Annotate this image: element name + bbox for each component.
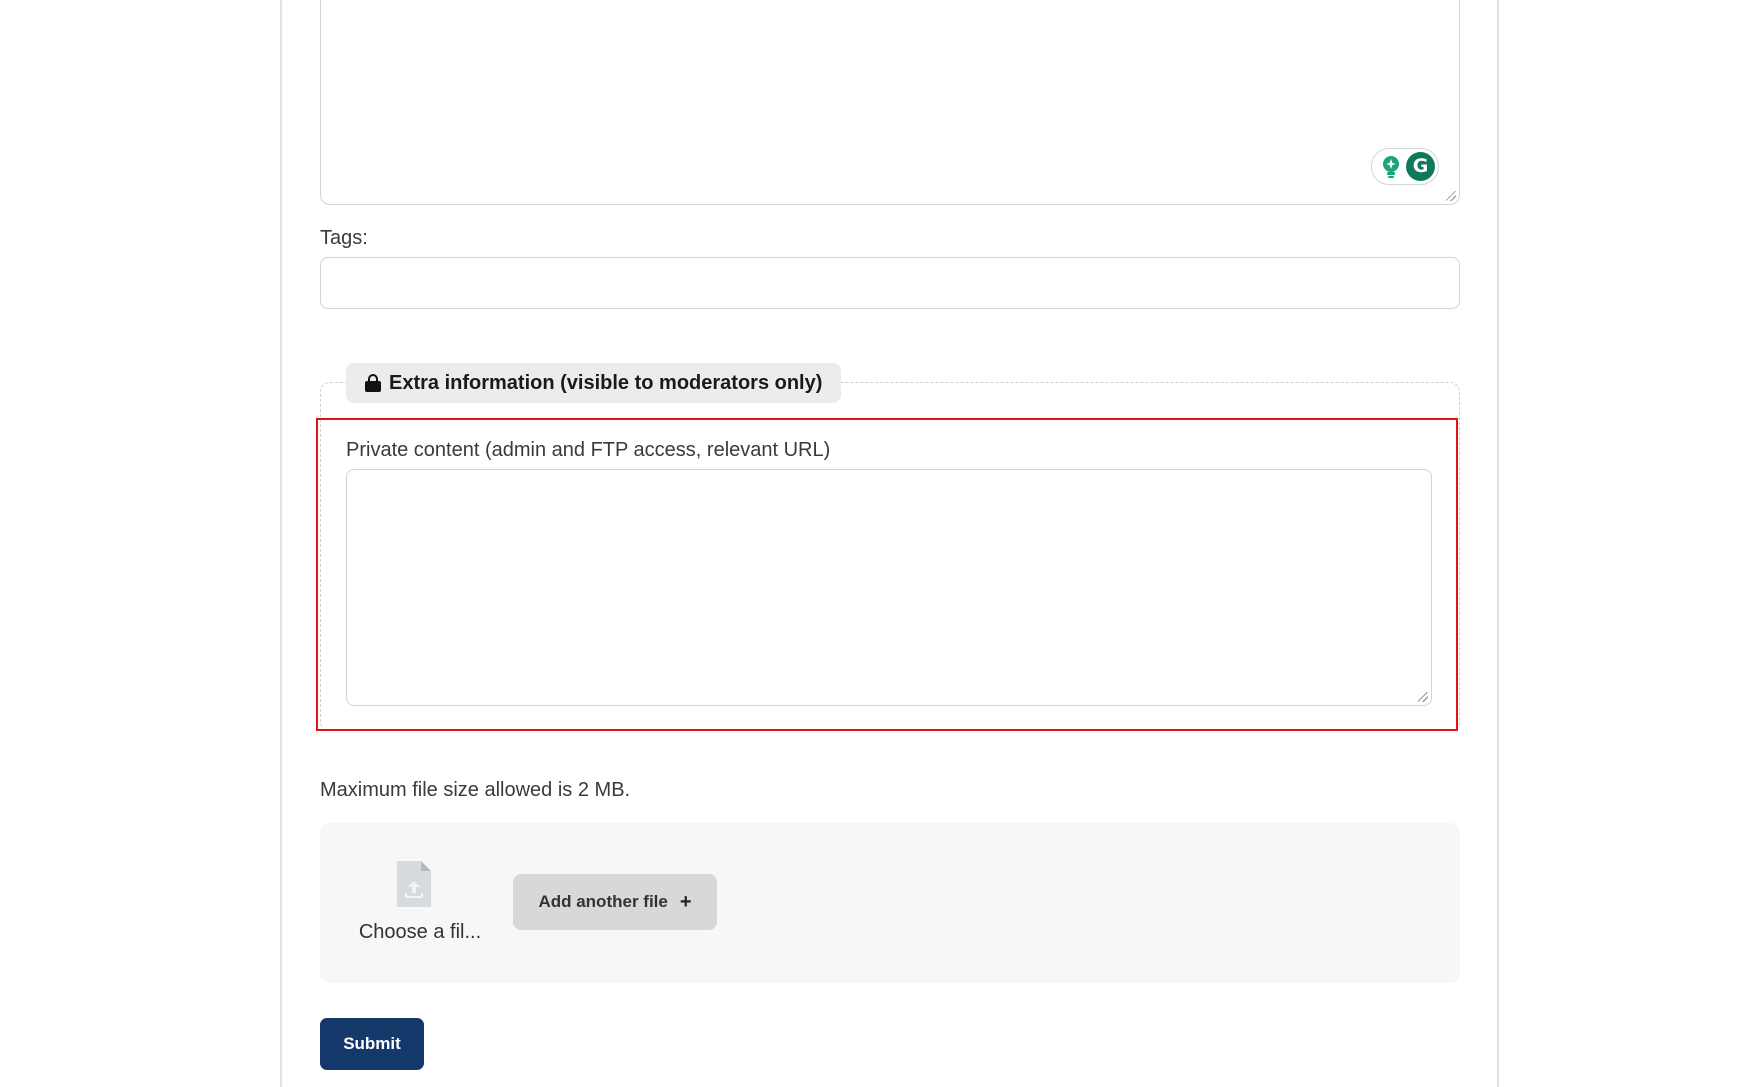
plus-icon: +	[679, 891, 692, 913]
submit-button[interactable]: Submit	[320, 1018, 424, 1070]
max-file-size-note: Maximum file size allowed is 2 MB.	[320, 779, 631, 801]
extra-info-title: Extra information (visible to moderators…	[389, 371, 823, 394]
lock-icon	[365, 374, 381, 392]
private-content-textarea[interactable]	[346, 469, 1432, 706]
grammarly-icon[interactable]: G	[1406, 152, 1435, 181]
add-file-label: Add another file	[538, 892, 668, 911]
grammarly-widget[interactable]: G	[1371, 148, 1439, 185]
lightbulb-icon	[1383, 156, 1399, 178]
file-name-label: Choose a fil...	[358, 921, 482, 943]
private-content-label: Private content (admin and FTP access, r…	[346, 439, 831, 461]
extra-info-legend: Extra information (visible to moderators…	[346, 363, 842, 403]
resize-handle[interactable]	[1418, 692, 1428, 702]
file-upload-icon	[397, 861, 431, 907]
resize-handle[interactable]	[1446, 191, 1456, 201]
column-border-left	[280, 0, 282, 1087]
file-chooser[interactable]: Choose a fil...	[355, 859, 485, 959]
tags-input[interactable]	[320, 257, 1460, 309]
file-upload-area: Choose a fil... Add another file +	[320, 823, 1460, 983]
add-another-file-button[interactable]: Add another file +	[513, 874, 717, 930]
description-textarea[interactable]	[320, 0, 1460, 205]
form-page: G Tags: Extra information (visible to mo…	[0, 0, 1754, 1087]
tags-label: Tags:	[320, 227, 368, 249]
column-border-right	[1497, 0, 1499, 1087]
